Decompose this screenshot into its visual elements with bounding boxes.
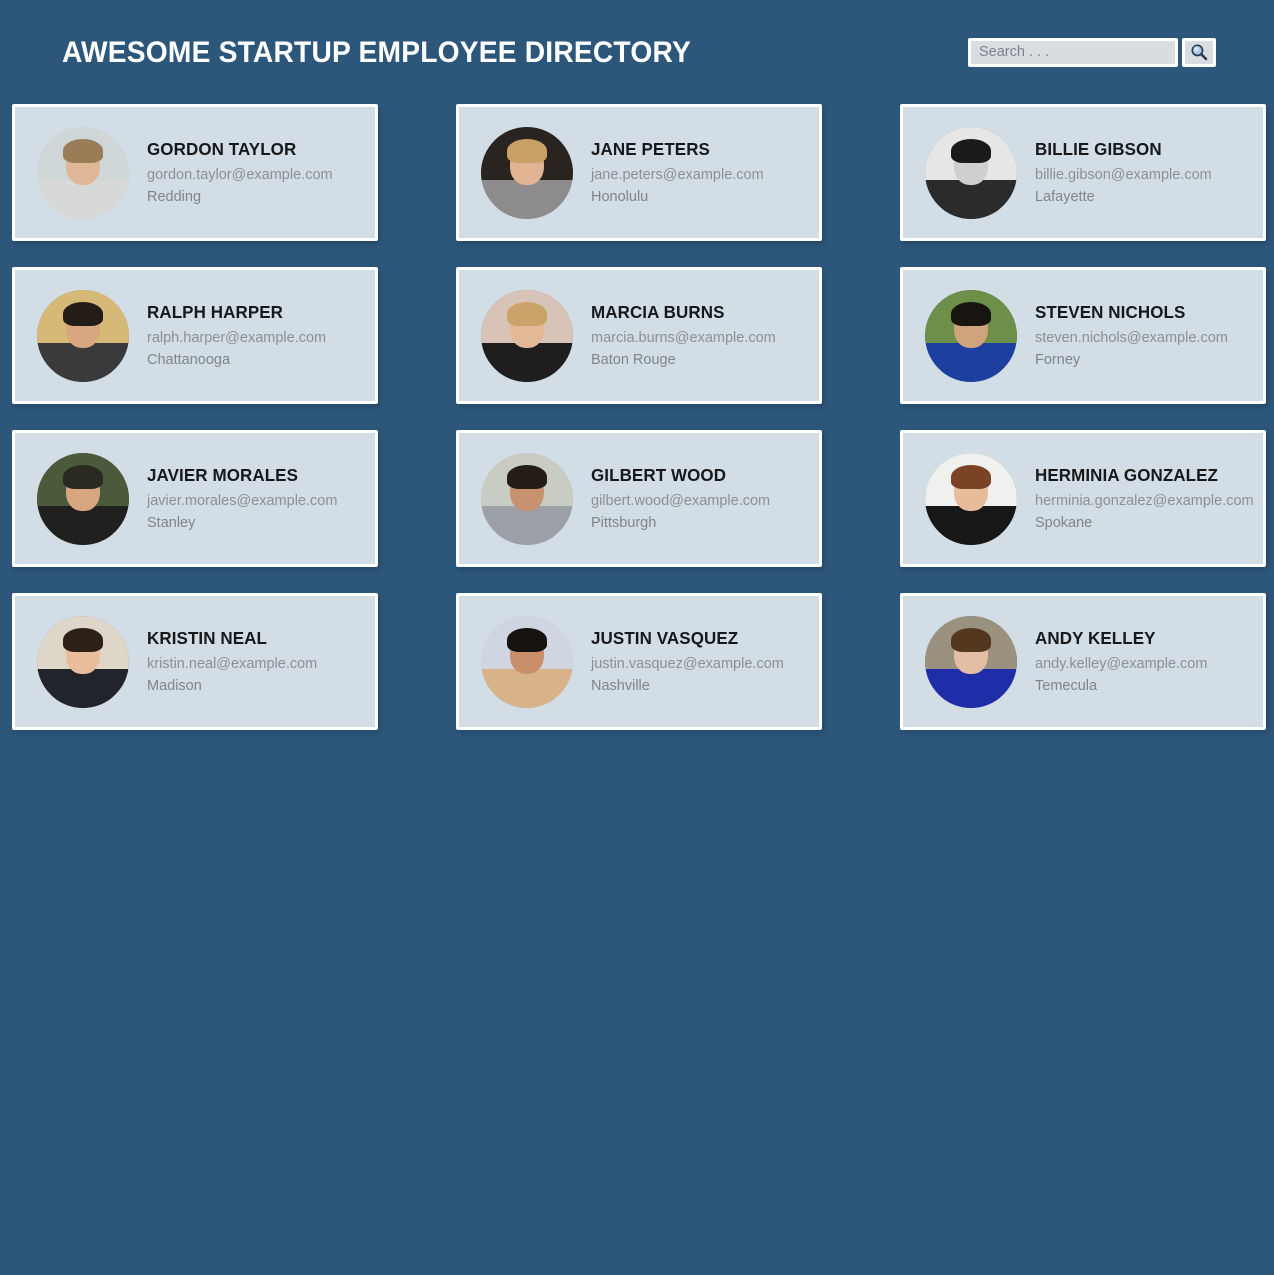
employee-city: Stanley — [147, 514, 196, 531]
page-title: AWESOME STARTUP EMPLOYEE DIRECTORY — [62, 36, 691, 69]
avatar — [37, 126, 129, 219]
page-header: AWESOME STARTUP EMPLOYEE DIRECTORY — [0, 0, 1274, 100]
employee-city: Madison — [147, 677, 202, 694]
employee-email: steven.nichols@example.com — [1035, 329, 1228, 346]
employee-card[interactable]: RALPH HARPER ralph.harper@example.com Chat… — [12, 267, 378, 404]
employee-city: Spokane — [1035, 514, 1093, 531]
employee-info: RALPH HARPER ralph.harper@example.com Chat… — [147, 302, 326, 370]
employee-city: Pittsburgh — [591, 514, 657, 531]
employee-info: GORDON TAYLOR gordon.taylor@example.com Re… — [147, 139, 333, 207]
employee-card[interactable]: ANDY KELLEY andy.kelley@example.com Temecu… — [900, 593, 1266, 730]
avatar — [925, 615, 1017, 708]
employee-card[interactable]: JUSTIN VASQUEZ justin.vasquez@example.com… — [456, 593, 822, 730]
employee-city: Baton Rouge — [591, 351, 676, 368]
employee-name: BILLIE GIBSON — [1035, 138, 1162, 159]
search-input[interactable] — [968, 37, 1178, 67]
employee-info: JANE PETERS jane.peters@example.com Honolu… — [591, 139, 764, 207]
avatar — [37, 289, 129, 382]
employee-email: kristin.neal@example.com — [147, 655, 318, 672]
employee-name: HERMINIA GONZALEZ — [1035, 464, 1219, 485]
avatar — [925, 452, 1017, 545]
employee-email: justin.vasquez@example.com — [591, 655, 784, 672]
employee-name: KRISTIN NEAL — [147, 627, 267, 648]
employee-card[interactable]: JANE PETERS jane.peters@example.com Honolu… — [456, 104, 822, 241]
employee-email: gilbert.wood@example.com — [591, 492, 771, 509]
employee-name: GORDON TAYLOR — [147, 138, 297, 159]
employee-email: gordon.taylor@example.com — [147, 166, 333, 183]
employee-card[interactable]: MARCIA BURNS marcia.burns@example.com Bato… — [456, 267, 822, 404]
avatar — [925, 126, 1017, 219]
employee-card-grid: GORDON TAYLOR gordon.taylor@example.com Re… — [12, 104, 1268, 730]
employee-directory-page: AWESOME STARTUP EMPLOYEE DIRECTORY GORDO… — [0, 0, 1274, 1275]
employee-city: Forney — [1035, 351, 1081, 368]
avatar — [925, 289, 1017, 382]
employee-email: ralph.harper@example.com — [147, 329, 327, 346]
employee-name: JUSTIN VASQUEZ — [591, 627, 739, 648]
employee-info: JUSTIN VASQUEZ justin.vasquez@example.com… — [591, 628, 784, 696]
employee-email: herminia.gonzalez@example.com — [1035, 492, 1254, 509]
employee-card[interactable]: KRISTIN NEAL kristin.neal@example.com Madi… — [12, 593, 378, 730]
employee-name: RALPH HARPER — [147, 301, 284, 322]
search-icon — [1190, 43, 1208, 61]
employee-city: Honolulu — [591, 188, 649, 205]
avatar — [481, 126, 573, 219]
employee-city: Redding — [147, 188, 202, 205]
employee-name: ANDY KELLEY — [1035, 627, 1156, 648]
avatar — [481, 452, 573, 545]
employee-city: Nashville — [591, 677, 650, 694]
employee-name: JANE PETERS — [591, 138, 710, 159]
employee-card[interactable]: BILLIE GIBSON billie.gibson@example.com La… — [900, 104, 1266, 241]
employee-info: KRISTIN NEAL kristin.neal@example.com Madi… — [147, 628, 317, 696]
employee-city: Chattanooga — [147, 351, 231, 368]
employee-info: BILLIE GIBSON billie.gibson@example.com La… — [1035, 139, 1212, 207]
employee-email: javier.morales@example.com — [147, 492, 338, 509]
employee-email: billie.gibson@example.com — [1035, 166, 1212, 183]
employee-info: MARCIA BURNS marcia.burns@example.com Bato… — [591, 302, 776, 370]
employee-card[interactable]: STEVEN NICHOLS steven.nichols@example.com… — [900, 267, 1266, 404]
employee-city: Lafayette — [1035, 188, 1095, 205]
employee-card[interactable]: JAVIER MORALES javier.morales@example.com… — [12, 430, 378, 567]
employee-name: STEVEN NICHOLS — [1035, 301, 1186, 322]
avatar — [37, 615, 129, 708]
employee-city: Temecula — [1035, 677, 1098, 694]
employee-name: JAVIER MORALES — [147, 464, 299, 485]
avatar — [481, 615, 573, 708]
employee-email: marcia.burns@example.com — [591, 329, 776, 346]
employee-info: HERMINIA GONZALEZ herminia.gonzalez@examp… — [1035, 465, 1254, 533]
search-submit-button[interactable] — [1182, 37, 1216, 67]
employee-email: jane.peters@example.com — [591, 166, 764, 183]
employee-info: JAVIER MORALES javier.morales@example.com… — [147, 465, 337, 533]
employee-email: andy.kelley@example.com — [1035, 655, 1208, 672]
employee-name: MARCIA BURNS — [591, 301, 725, 322]
employee-card[interactable]: GORDON TAYLOR gordon.taylor@example.com Re… — [12, 104, 378, 241]
avatar — [481, 289, 573, 382]
employee-info: ANDY KELLEY andy.kelley@example.com Temecu… — [1035, 628, 1207, 696]
employee-card[interactable]: GILBERT WOOD gilbert.wood@example.com Pitt… — [456, 430, 822, 567]
avatar — [37, 452, 129, 545]
employee-info: GILBERT WOOD gilbert.wood@example.com Pitt… — [591, 465, 770, 533]
employee-card[interactable]: HERMINIA GONZALEZ herminia.gonzalez@examp… — [900, 430, 1266, 567]
employee-info: STEVEN NICHOLS steven.nichols@example.com… — [1035, 302, 1228, 370]
search-area — [968, 37, 1216, 67]
employee-name: GILBERT WOOD — [591, 464, 727, 485]
